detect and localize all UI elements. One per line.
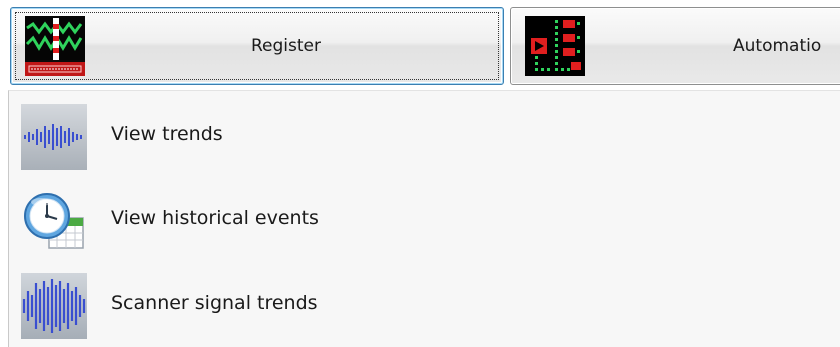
- menu-item-view-historical-events[interactable]: View historical events: [11, 178, 831, 258]
- menu-item-view-trends[interactable]: View trends: [11, 94, 831, 174]
- scanner-waveform-icon: [21, 273, 87, 339]
- menu-item-label: View historical events: [111, 207, 319, 229]
- menu-item-scanner-signal-trends[interactable]: Scanner signal trends: [11, 263, 831, 343]
- menu-item-label: View trends: [111, 123, 223, 145]
- register-button-label: Register: [251, 36, 321, 56]
- ribbon-toolbar: Register Automatio: [0, 0, 840, 90]
- clock-calendar-icon: [24, 193, 84, 249]
- register-signal-icon: [25, 16, 85, 76]
- register-dropdown-menu: View trends View historical events Scann…: [8, 90, 840, 347]
- app-window: Register Automatio View trends View hist…: [0, 0, 840, 347]
- automation-button[interactable]: Automatio: [510, 7, 840, 85]
- automation-button-label: Automatio: [733, 36, 822, 56]
- waveform-trend-icon: [21, 104, 87, 170]
- register-button[interactable]: Register: [10, 7, 504, 85]
- automation-icon: [525, 16, 585, 76]
- menu-item-label: Scanner signal trends: [111, 292, 318, 314]
